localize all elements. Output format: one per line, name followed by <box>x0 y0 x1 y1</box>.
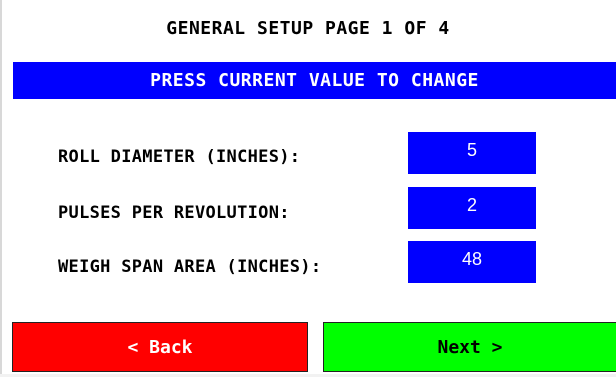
instruction-banner-text: PRESS CURRENT VALUE TO CHANGE <box>150 70 479 91</box>
next-button[interactable]: Next > <box>323 322 616 372</box>
roll-diameter-value-button[interactable]: 5 <box>408 132 536 174</box>
pulses-per-revolution-value: 2 <box>466 195 477 215</box>
back-button[interactable]: < Back <box>12 322 308 372</box>
page-title: GENERAL SETUP PAGE 1 OF 4 <box>166 18 450 39</box>
weigh-span-area-value-button[interactable]: 48 <box>408 241 536 283</box>
back-button-label: < Back <box>127 336 193 358</box>
instruction-banner: PRESS CURRENT VALUE TO CHANGE <box>13 62 616 99</box>
next-button-label: Next > <box>437 336 503 358</box>
roll-diameter-value: 5 <box>466 140 477 160</box>
roll-diameter-label: ROLL DIAMETER (INCHES): <box>58 147 301 167</box>
pulses-per-revolution-label: PULSES PER REVOLUTION: <box>58 203 290 223</box>
weigh-span-area-value: 48 <box>461 249 483 269</box>
pulses-per-revolution-value-button[interactable]: 2 <box>408 187 536 229</box>
weigh-span-area-label: WEIGH SPAN AREA (INCHES): <box>58 257 322 277</box>
screen-left-border <box>0 0 2 377</box>
